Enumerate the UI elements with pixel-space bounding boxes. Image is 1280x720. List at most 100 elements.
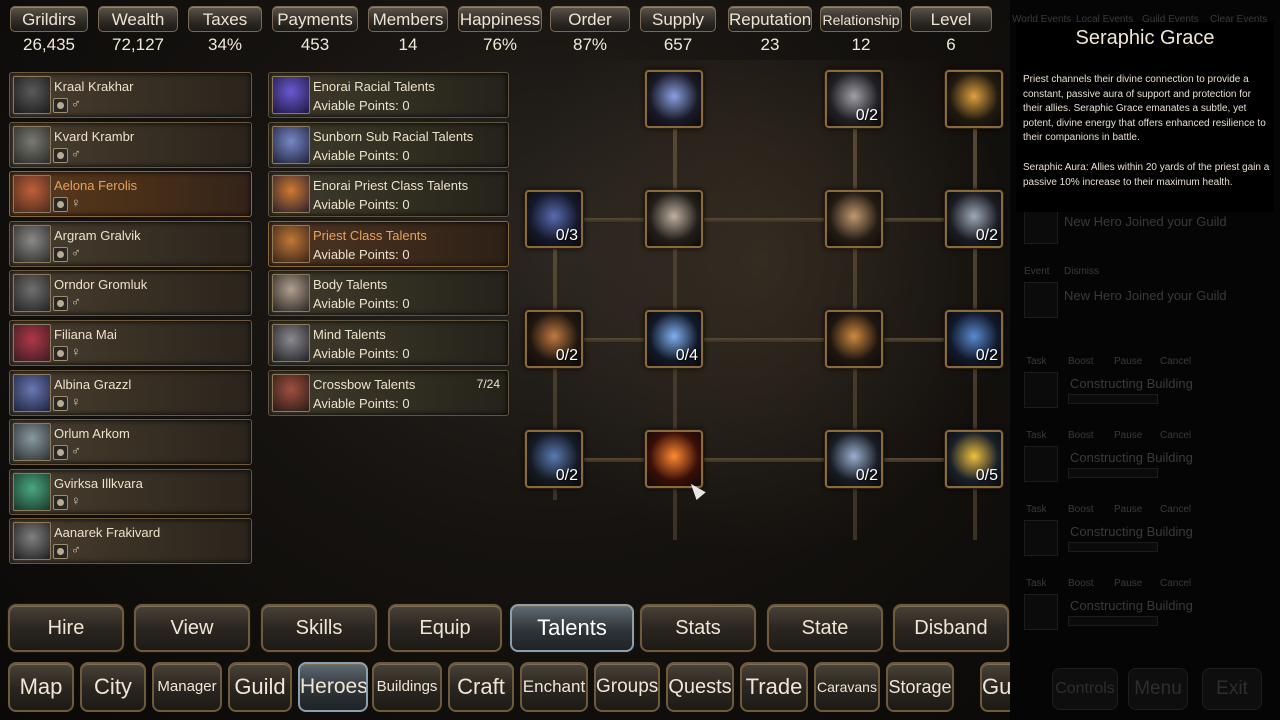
nav-trade[interactable]: Trade: [740, 662, 808, 712]
panel-controls-button[interactable]: Controls: [1052, 668, 1118, 710]
task-boost-button[interactable]: Boost: [1068, 356, 1094, 367]
tooltip-description: Priest channels their divine connection …: [1023, 74, 1266, 144]
talent-node[interactable]: [945, 70, 1003, 128]
nav-craft[interactable]: Craft: [448, 662, 514, 712]
tab-equip[interactable]: Equip: [388, 604, 502, 652]
hero-row[interactable]: Aanarek Frakivard ♂: [9, 518, 252, 565]
talent-node[interactable]: [825, 310, 883, 368]
talent-category-icon: [272, 76, 310, 114]
talent-category[interactable]: Body Talents Aviable Points: 0: [268, 270, 509, 317]
hero-row[interactable]: Orndor Gromluk ♂: [9, 270, 252, 317]
nav-storage[interactable]: Storage: [886, 662, 954, 712]
hero-row[interactable]: Kvard Krambr ♂: [9, 121, 252, 168]
stat-level: Level 6: [910, 6, 992, 62]
panel-menu-button[interactable]: Menu: [1128, 668, 1188, 710]
event-dismiss[interactable]: Dismiss: [1064, 266, 1099, 277]
talent-category-points: Aviable Points: 0: [313, 296, 410, 312]
stat-reputation: Reputation 23: [728, 6, 812, 62]
talent-node[interactable]: 0/2: [825, 70, 883, 128]
nav-groups[interactable]: Groups: [594, 662, 660, 712]
task-pause-button[interactable]: Pause: [1114, 430, 1142, 441]
talent-node-rank: 0/4: [675, 347, 698, 364]
female-icon: ♀: [71, 492, 81, 508]
male-icon: ♂: [71, 443, 81, 459]
tab-view[interactable]: View: [134, 604, 250, 652]
talent-node-rank: 0/2: [555, 347, 578, 364]
talent-category[interactable]: Enorai Priest Class Talents Aviable Point…: [268, 171, 509, 218]
talent-category-progress: 7/24: [476, 376, 500, 391]
tab-talents[interactable]: Talents: [510, 604, 634, 652]
stat-label: Level: [910, 6, 992, 32]
hero-portrait: [13, 373, 51, 412]
talent-node[interactable]: 0/2: [945, 310, 1003, 368]
talent-category[interactable]: Sunborn Sub Racial Talents Aviable Points…: [268, 121, 509, 168]
talent-node[interactable]: 0/2: [525, 430, 583, 488]
stat-value: 76%: [482, 35, 518, 54]
talent-node[interactable]: 0/4: [645, 310, 703, 368]
nav-caravans[interactable]: Caravans: [814, 662, 880, 712]
talent-node[interactable]: 0/2: [525, 310, 583, 368]
talent-category-name: Enorai Priest Class Talents: [313, 178, 469, 194]
talent-category-points: Aviable Points: 0: [313, 147, 410, 163]
talent-category[interactable]: Priest Class Talents Aviable Points: 0: [268, 220, 509, 267]
talent-category[interactable]: Mind Talents Aviable Points: 0: [268, 319, 509, 366]
tab-disband[interactable]: Disband: [893, 604, 1009, 652]
talent-category-icon: [272, 274, 310, 313]
tab-skills[interactable]: Skills: [261, 604, 377, 652]
talent-category[interactable]: Crossbow Talents Aviable Points: 0 7/24: [268, 369, 509, 416]
nav-manager[interactable]: Manager: [152, 662, 222, 712]
hero-row[interactable]: Orlum Arkom ♂: [9, 419, 252, 466]
nav-map[interactable]: Map: [8, 662, 74, 712]
stat-order: Order 87%: [550, 6, 630, 62]
task-boost-button[interactable]: Boost: [1068, 504, 1094, 515]
class-icon: [53, 345, 68, 361]
tab-state[interactable]: State: [767, 604, 883, 652]
task-progress-bar: [1068, 468, 1158, 478]
hero-portrait: [13, 76, 51, 114]
nav-buildings[interactable]: Buildings: [372, 662, 442, 712]
talent-category-points: Aviable Points: 0: [313, 395, 410, 411]
talent-category-name: Mind Talents: [313, 326, 386, 342]
stat-value: 72,127: [112, 35, 164, 54]
tab-hire[interactable]: Hire: [8, 604, 124, 652]
stat-label: Wealth: [98, 6, 178, 32]
stat-value: 23: [760, 35, 780, 54]
task-cancel-button[interactable]: Cancel: [1160, 430, 1191, 441]
hero-row[interactable]: Argram Gralvik ♂: [9, 220, 252, 267]
task-cancel-button[interactable]: Cancel: [1160, 578, 1191, 589]
task-cancel-button[interactable]: Cancel: [1160, 356, 1191, 367]
talent-category-icon: [272, 125, 310, 164]
talent-node[interactable]: [645, 70, 703, 128]
nav-guild[interactable]: Guild: [228, 662, 292, 712]
talent-node[interactable]: [645, 190, 703, 248]
task-boost-button[interactable]: Boost: [1068, 578, 1094, 589]
nav-quests[interactable]: Quests: [666, 662, 734, 712]
stat-label: Reputation: [728, 6, 812, 32]
hero-row[interactable]: Kraal Krakhar ♂: [9, 72, 252, 118]
class-icon: [53, 246, 68, 262]
stat-value: 87%: [572, 35, 608, 54]
talent-node[interactable]: 0/2: [945, 190, 1003, 248]
hero-portrait: [13, 224, 51, 263]
nav-heroes[interactable]: Heroes: [298, 662, 368, 712]
task-pause-button[interactable]: Pause: [1114, 356, 1142, 367]
tab-stats[interactable]: Stats: [640, 604, 756, 652]
hero-row[interactable]: Aelona Ferolis ♀: [9, 171, 252, 218]
task-pause-button[interactable]: Pause: [1114, 504, 1142, 515]
talent-node[interactable]: 0/2: [825, 430, 883, 488]
talent-node[interactable]: 0/5: [945, 430, 1003, 488]
hero-row[interactable]: Filiana Mai ♀: [9, 319, 252, 366]
nav-enchant[interactable]: Enchant: [520, 662, 588, 712]
class-icon: [53, 544, 68, 560]
hero-row[interactable]: Albina Grazzl ♀: [9, 369, 252, 416]
panel-exit-button[interactable]: Exit: [1202, 668, 1262, 710]
stat-label: Members: [368, 6, 448, 32]
task-pause-button[interactable]: Pause: [1114, 578, 1142, 589]
talent-category[interactable]: Enorai Racial Talents Aviable Points: 0: [268, 72, 509, 118]
task-boost-button[interactable]: Boost: [1068, 430, 1094, 441]
hero-row[interactable]: Gvirksa Illkvara ♀: [9, 468, 252, 515]
talent-node[interactable]: 0/3: [525, 190, 583, 248]
talent-node[interactable]: [825, 190, 883, 248]
task-cancel-button[interactable]: Cancel: [1160, 504, 1191, 515]
nav-city[interactable]: City: [80, 662, 146, 712]
